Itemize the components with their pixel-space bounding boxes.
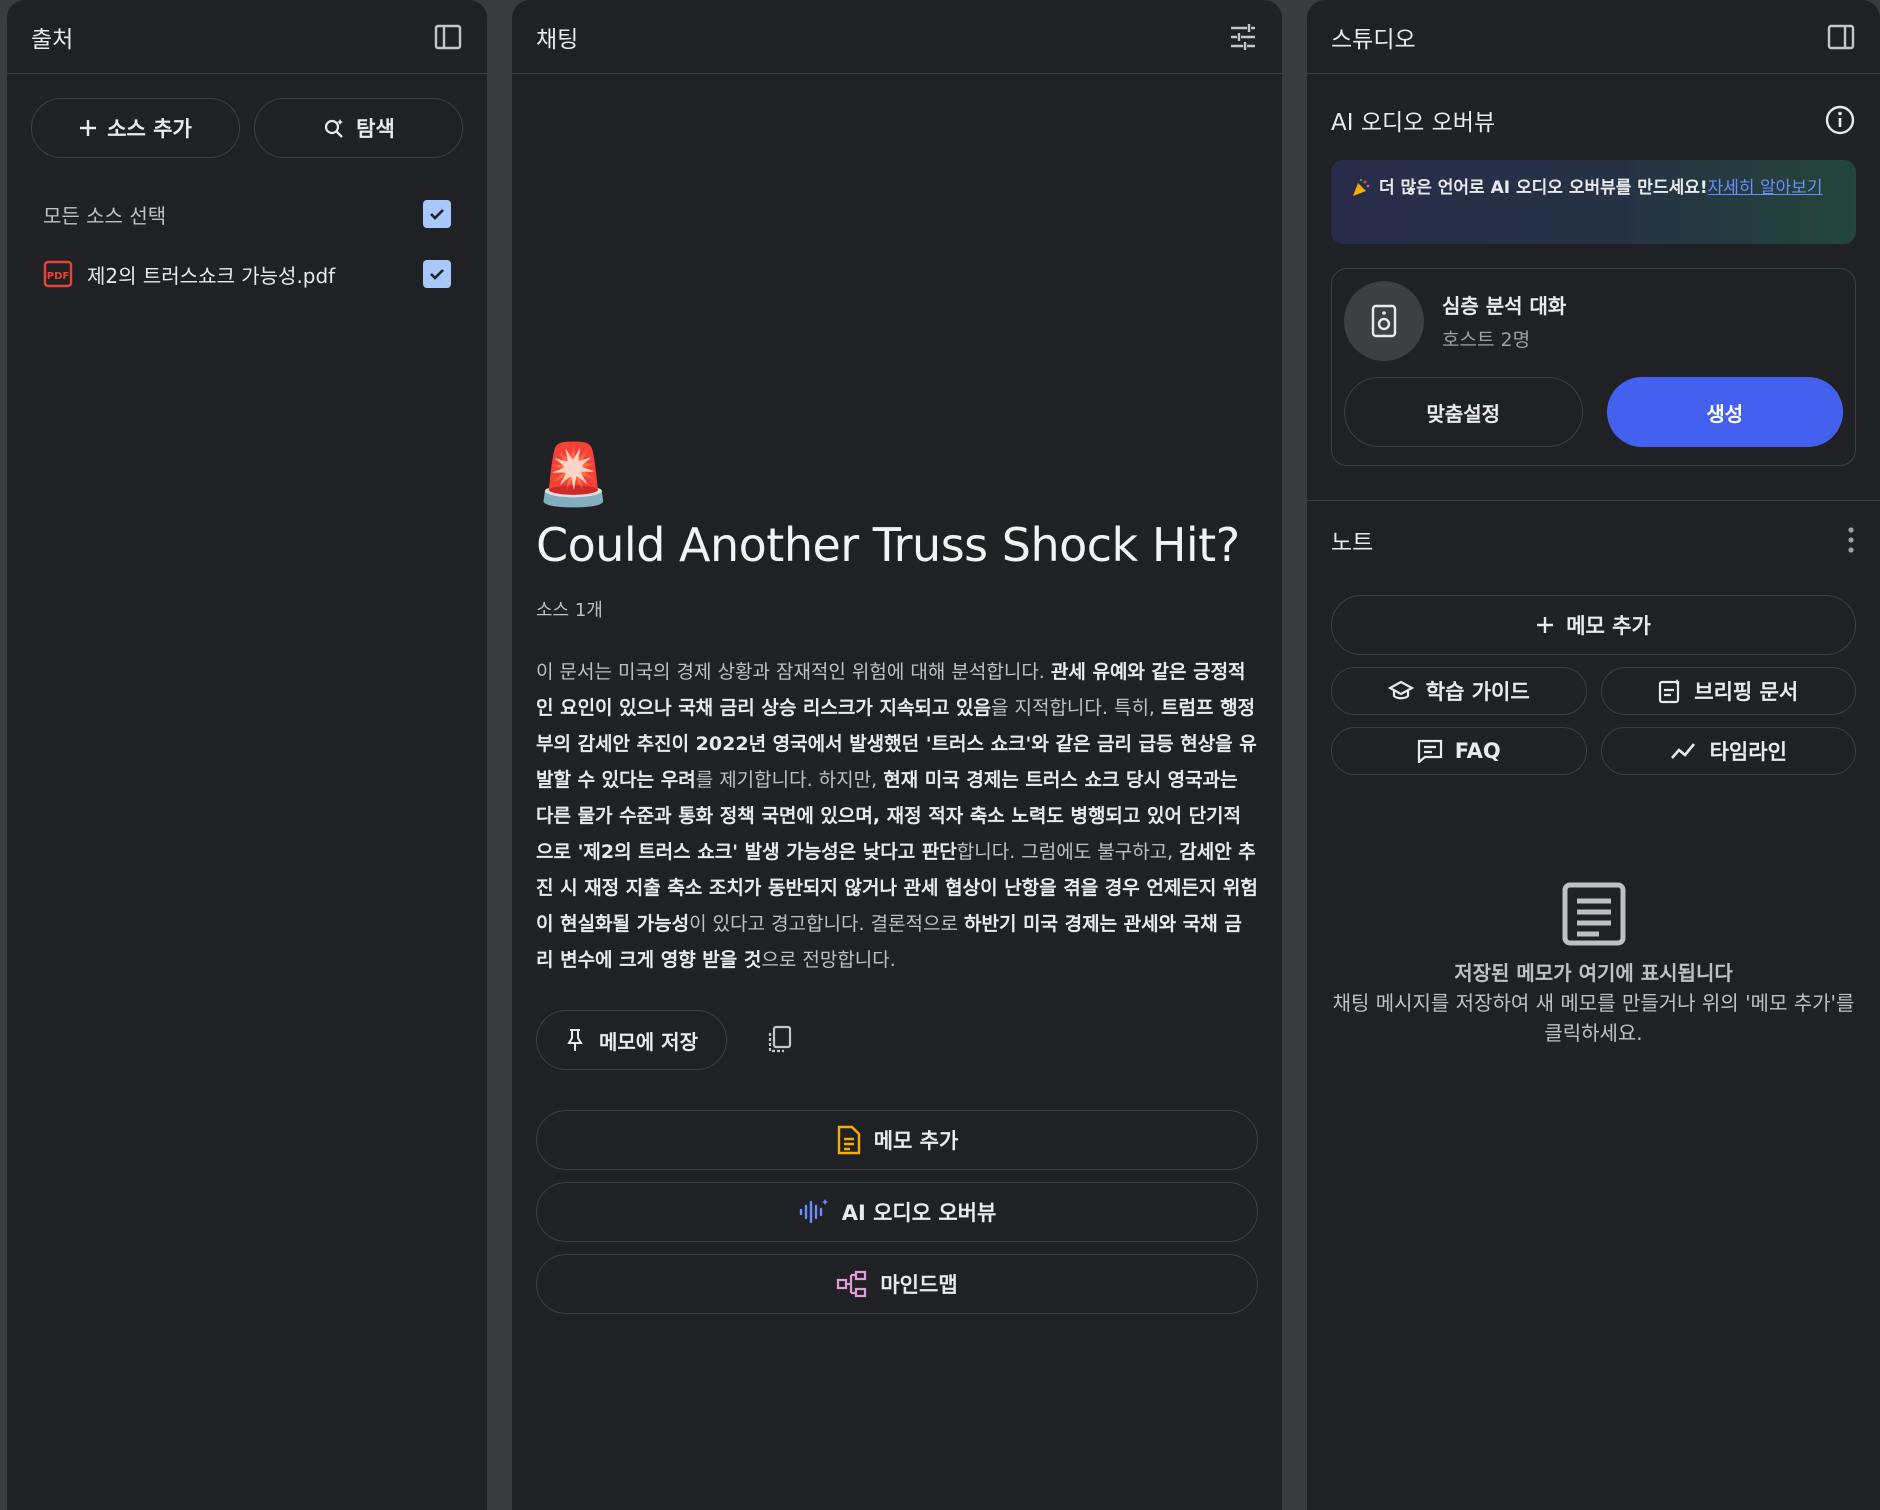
customize-button[interactable]: 맞춤설정 [1344, 377, 1583, 447]
audio-overview-card: 심층 분석 대화 호스트 2명 맞춤설정 생성 [1331, 268, 1856, 466]
banner-text: 더 많은 언어로 AI 오디오 오버뷰를 만드세요! [1379, 178, 1708, 198]
summary-segment: 을 지적합니다. 특히, [990, 697, 1162, 719]
add-memo-label: 메모 추가 [1566, 614, 1651, 638]
notes-empty-state: 저장된 메모가 여기에 표시됩니다 채팅 메시지를 저장하여 새 메모를 만들거… [1307, 881, 1880, 1048]
source-item[interactable]: PDF 제2의 트러스쇼크 가능성.pdf [7, 250, 487, 298]
notes-header: 노트 [1307, 515, 1880, 565]
faq-button[interactable]: FAQ [1331, 727, 1587, 775]
studio-panel: 스튜디오 AI 오디오 오버뷰 더 많은 언어로 AI 오디오 오버뷰를 만드세… [1307, 0, 1880, 1510]
summary-segment: 합니다. 그럼에도 불구하고, [956, 841, 1180, 863]
plus-icon [1536, 616, 1554, 634]
multilang-banner: 더 많은 언어로 AI 오디오 오버뷰를 만드세요!자세히 알아보기 [1331, 160, 1856, 244]
collapse-panel-icon[interactable] [1826, 22, 1856, 52]
select-all-label: 모든 소스 선택 [43, 203, 167, 228]
plus-icon [79, 119, 97, 137]
timeline-button[interactable]: 타임라인 [1600, 727, 1856, 775]
divider [1307, 500, 1880, 501]
generate-button[interactable]: 생성 [1606, 377, 1843, 447]
study-guide-label: 학습 가이드 [1425, 680, 1530, 704]
add-source-button[interactable]: 소스 추가 [31, 98, 240, 158]
select-all-row: 모든 소스 선택 [7, 190, 487, 238]
audio-overview-button[interactable]: AI 오디오 오버뷰 [536, 1182, 1258, 1242]
speaker-icon [1344, 281, 1424, 361]
summary-segment: 으로 전망합니다. [761, 949, 896, 971]
source-count: 소스 1개 [536, 600, 603, 621]
briefing-doc-label: 브리핑 문서 [1694, 680, 1799, 704]
briefing-doc-icon [1658, 678, 1682, 704]
audio-card-title: 심층 분석 대화 [1442, 294, 1567, 318]
sources-title: 출처 [31, 26, 74, 53]
source-item-name: 제2의 트러스쇼크 가능성.pdf [87, 263, 336, 288]
summary-segment: 를 제기합니다. 하지만, [695, 769, 884, 791]
notes-empty-title: 저장된 메모가 여기에 표시됩니다 [1454, 961, 1733, 985]
chat-header: 채팅 [512, 0, 1282, 74]
source-item-checkbox[interactable] [423, 260, 451, 288]
pdf-icon: PDF [43, 260, 73, 288]
explore-button[interactable]: 탐색 [254, 98, 463, 158]
add-note-label: 메모 추가 [873, 1129, 959, 1153]
more-vert-icon[interactable] [1846, 526, 1856, 554]
studio-header: 스튜디오 [1307, 0, 1880, 74]
save-to-note-button[interactable]: 메모에 저장 [536, 1010, 727, 1070]
explore-label: 탐색 [356, 117, 395, 141]
collapse-panel-icon[interactable] [433, 22, 463, 52]
timeline-label: 타임라인 [1709, 740, 1787, 764]
pdf-badge-text: PDF [47, 271, 69, 282]
note-doc-icon [836, 1125, 862, 1155]
pin-icon [565, 1028, 585, 1052]
notebook-emoji: 🚨 [536, 440, 611, 510]
select-all-checkbox[interactable] [423, 200, 451, 228]
add-source-label: 소스 추가 [107, 117, 192, 141]
sources-header: 출처 [7, 0, 487, 74]
chat-title: 채팅 [536, 26, 579, 53]
search-sparkle-icon [322, 116, 346, 140]
sources-panel: 출처 소스 추가 탐색 모든 소스 선택 PDF 제2의 트러스쇼크 가능성.p… [7, 0, 487, 1510]
save-to-note-label: 메모에 저장 [599, 1029, 698, 1054]
learn-more-link[interactable]: 자세히 알아보기 [1708, 178, 1823, 198]
studio-title: 스튜디오 [1331, 26, 1416, 53]
notebook-summary: 이 문서는 미국의 경제 상황과 잠재적인 위험에 대해 분석합니다. 관세 유… [536, 654, 1258, 978]
party-popper-icon [1351, 178, 1371, 198]
add-note-button[interactable]: 메모 추가 [536, 1110, 1258, 1170]
audio-overview-label: AI 오디오 오버뷰 [841, 1201, 997, 1225]
info-icon[interactable] [1824, 104, 1856, 136]
tune-settings-icon[interactable] [1228, 22, 1258, 52]
briefing-doc-button[interactable]: 브리핑 문서 [1600, 667, 1856, 715]
mindmap-icon [836, 1270, 868, 1298]
audio-section-header: AI 오디오 오버뷰 [1307, 100, 1880, 140]
add-memo-button[interactable]: 메모 추가 [1331, 595, 1856, 655]
notes-empty-desc: 채팅 메시지를 저장하여 새 메모를 만들거나 위의 '메모 추가'를 클릭하세… [1332, 991, 1855, 1045]
audio-wave-icon [798, 1197, 830, 1227]
audio-card-subtitle: 호스트 2명 [1442, 329, 1531, 351]
summary-segment: 이 있다고 경고합니다. 결론적으로 [689, 913, 964, 935]
mindmap-button[interactable]: 마인드맵 [536, 1254, 1258, 1314]
faq-icon [1417, 739, 1443, 763]
audio-section-title: AI 오디오 오버뷰 [1331, 110, 1496, 136]
mindmap-label: 마인드맵 [880, 1273, 958, 1297]
study-guide-button[interactable]: 학습 가이드 [1331, 667, 1587, 715]
notes-title: 노트 [1331, 530, 1374, 556]
notebook-title: Could Another Truss Shock Hit? [536, 518, 1240, 572]
notes-document-icon [1561, 881, 1627, 947]
chat-panel: 채팅 🚨 Could Another Truss Shock Hit? 소스 1… [512, 0, 1282, 1510]
copy-icon[interactable] [765, 1025, 793, 1055]
summary-segment: 이 문서는 미국의 경제 상황과 잠재적인 위험에 대해 분석합니다. [536, 661, 1051, 683]
faq-label: FAQ [1454, 739, 1501, 763]
timeline-icon [1670, 741, 1698, 761]
graduation-cap-icon [1387, 680, 1414, 702]
